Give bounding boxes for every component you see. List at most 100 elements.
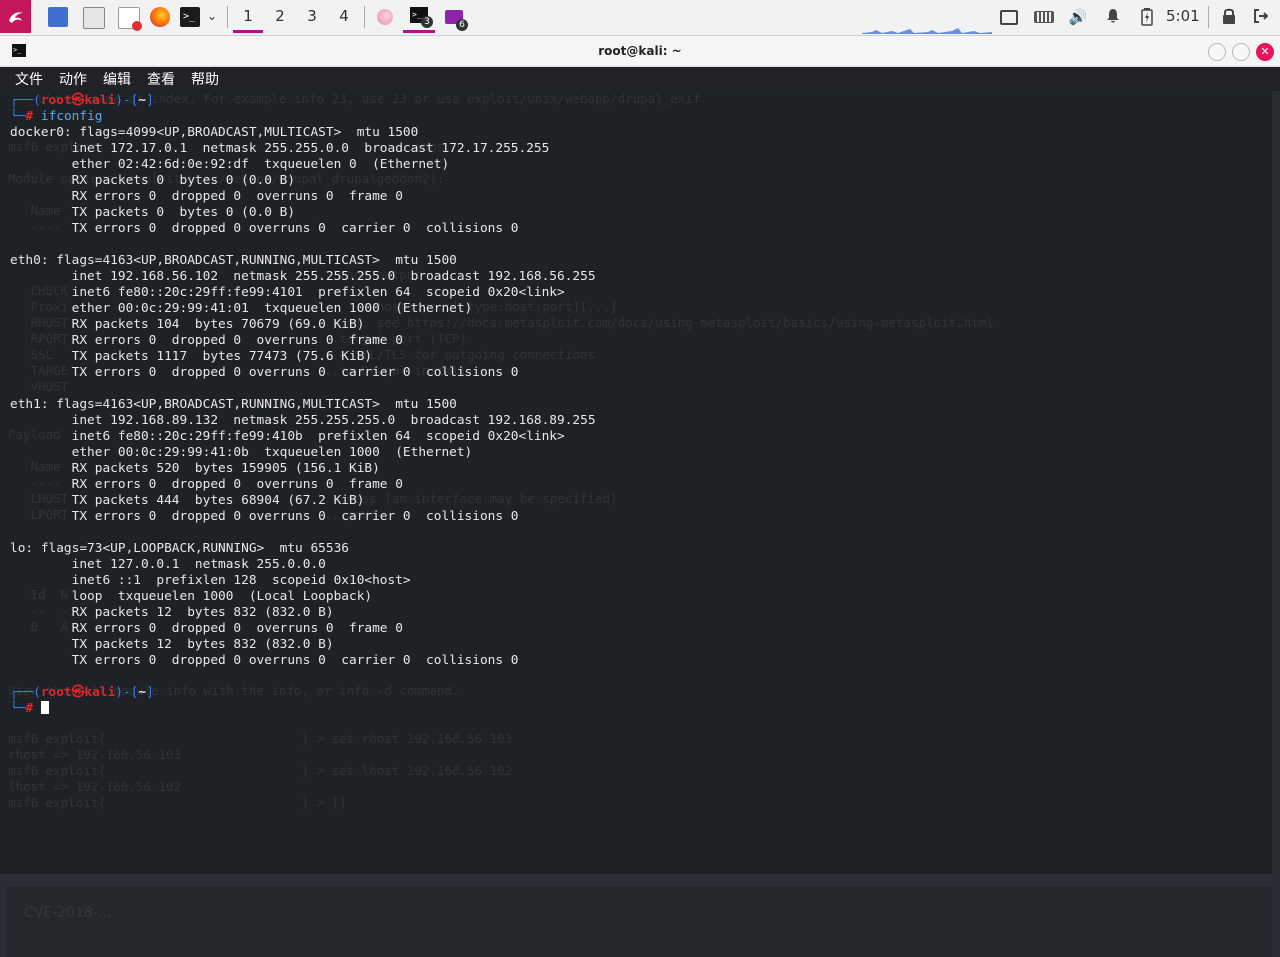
menu-bar: 文件 动作 编辑 查看 帮助 <box>0 67 1280 91</box>
text-cursor <box>40 701 49 714</box>
task-count-badge: 3 <box>421 16 433 28</box>
workspace-2[interactable]: 2 <box>265 0 295 33</box>
task-files[interactable]: 6 <box>438 0 470 33</box>
show-desktop-icon[interactable] <box>48 7 68 27</box>
terminal-output: ┌──(root㉿kali)-[~] └─# ifconfig docker0:… <box>10 93 596 717</box>
kali-menu-button[interactable] <box>0 0 31 33</box>
minimize-button[interactable] <box>1208 43 1226 61</box>
text-editor-icon[interactable] <box>118 7 142 31</box>
output-line: inet6 fe80::20c:29ff:fe99:410b prefixlen… <box>10 429 565 444</box>
task-terminal[interactable]: >_ 3 <box>403 0 435 33</box>
window-titlebar[interactable]: >_ root@kali: ~ ✕ <box>0 36 1280 67</box>
output-line: inet 192.168.56.102 netmask 255.255.255.… <box>10 269 596 284</box>
output-line: TX errors 0 dropped 0 overruns 0 carrier… <box>10 509 519 524</box>
lock-icon[interactable] <box>1219 8 1239 26</box>
prompt-hash: # <box>25 109 34 124</box>
ghost-line: rhost => 192.168.56.103 <box>8 747 182 762</box>
ghost-line <box>8 715 1268 731</box>
output-line: RX packets 104 bytes 70679 (69.0 KiB) <box>10 317 365 332</box>
prompt-user: root <box>40 93 72 108</box>
clock[interactable]: 5:01 <box>1166 0 1200 33</box>
output-line: TX errors 0 dropped 0 overruns 0 carrier… <box>10 221 519 236</box>
display-icon[interactable] <box>1000 8 1018 26</box>
output-line: inet6 ::1 prefixlen 128 scopeid 0x10<hos… <box>10 573 411 588</box>
ghost-line: msf6 exploit( ) > set lhost 192.168.56.1… <box>8 763 513 778</box>
prompt-dir: ~ <box>138 93 147 108</box>
output-line: inet 127.0.0.1 netmask 255.0.0.0 <box>10 557 326 572</box>
chevron-down-icon[interactable]: ⌄ <box>207 9 217 23</box>
notification-bell-icon[interactable] <box>1103 8 1123 26</box>
kali-dragon-icon <box>8 11 23 23</box>
close-button[interactable]: ✕ <box>1256 43 1274 61</box>
logout-icon[interactable] <box>1251 8 1271 26</box>
panel-separator <box>1208 6 1209 28</box>
background-ghost-label: CVE-2018-... <box>24 905 112 921</box>
keyboard-icon[interactable] <box>1034 8 1054 26</box>
workspace-1[interactable]: 1 <box>233 0 263 33</box>
command-text: ifconfig <box>40 109 103 124</box>
command-line: └─# ifconfig <box>10 109 103 124</box>
output-line: RX errors 0 dropped 0 overruns 0 frame 0 <box>10 189 403 204</box>
output-line: lo: flags=73<UP,LOOPBACK,RUNNING> mtu 65… <box>10 541 349 556</box>
output-line: TX packets 0 bytes 0 (0.0 B) <box>10 205 296 220</box>
output-line: TX packets 12 bytes 832 (832.0 B) <box>10 637 334 652</box>
workspace-4[interactable]: 4 <box>329 0 359 33</box>
output-line: ether 02:42:6d:0e:92:df txqueuelen 0 (Et… <box>10 157 450 172</box>
output-line: TX packets 444 bytes 68904 (67.2 KiB) <box>10 493 365 508</box>
task-count-badge: 6 <box>456 19 468 31</box>
top-panel: >_ ⌄ 1 2 3 4 >_ 3 6 🔊 5:01 <box>0 0 1280 36</box>
prompt-host: kali <box>84 93 116 108</box>
output-line: RX packets 0 bytes 0 (0.0 B) <box>10 173 296 188</box>
prompt-line: ┌──(root㉿kali)-[~] <box>10 93 154 108</box>
output-line: TX errors 0 dropped 0 overruns 0 carrier… <box>10 653 519 668</box>
output-line: RX errors 0 dropped 0 overruns 0 frame 0 <box>10 333 403 348</box>
output-line: TX errors 0 dropped 0 overruns 0 carrier… <box>10 365 519 380</box>
terminal-launcher-icon[interactable]: >_ <box>180 7 200 27</box>
file-manager-icon[interactable] <box>83 7 105 29</box>
output-line: docker0: flags=4099<UP,BROADCAST,MULTICA… <box>10 125 419 140</box>
output-line: inet 172.17.0.1 netmask 255.255.0.0 broa… <box>10 141 550 156</box>
input-line[interactable]: └─# <box>10 701 596 717</box>
ghost-line: msf6 exploit( ) > [] <box>8 795 347 810</box>
window-title: root@kali: ~ <box>598 44 682 58</box>
output-line: RX errors 0 dropped 0 overruns 0 frame 0 <box>10 477 403 492</box>
ghost-line: msf6 exploit( ) > set rhost 192.168.56.1… <box>8 731 513 746</box>
menu-help[interactable]: 帮助 <box>191 69 219 89</box>
prompt-host: kali <box>84 685 116 700</box>
prompt-dir: ~ <box>138 685 147 700</box>
task-firefox[interactable] <box>369 0 401 33</box>
menu-file[interactable]: 文件 <box>15 69 43 89</box>
output-line: inet6 fe80::20c:29ff:fe99:4101 prefixlen… <box>10 285 565 300</box>
menu-actions[interactable]: 动作 <box>59 69 87 89</box>
maximize-button[interactable] <box>1232 43 1250 61</box>
output-line: TX packets 1117 bytes 77473 (75.6 KiB) <box>10 349 373 364</box>
terminal-scrollbar[interactable] <box>1272 91 1280 874</box>
output-line: eth0: flags=4163<UP,BROADCAST,RUNNING,MU… <box>10 253 457 268</box>
panel-separator <box>364 6 365 28</box>
background-ghost-bar <box>6 887 1272 957</box>
output-line: RX packets 520 bytes 159905 (156.1 KiB) <box>10 461 380 476</box>
output-line: loop txqueuelen 1000 (Local Loopback) <box>10 589 373 604</box>
panel-separator <box>227 6 228 28</box>
cpu-graph-icon <box>862 28 992 34</box>
output-line: ether 00:0c:29:99:41:01 txqueuelen 1000 … <box>10 301 473 316</box>
ifconfig-output: docker0: flags=4099<UP,BROADCAST,MULTICA… <box>10 125 596 669</box>
output-line: RX errors 0 dropped 0 overruns 0 frame 0 <box>10 621 403 636</box>
firefox-task-icon <box>377 8 393 25</box>
prompt-line: ┌──(root㉿kali)-[~] <box>10 685 154 700</box>
output-line: ether 00:0c:29:99:41:0b txqueuelen 1000 … <box>10 445 473 460</box>
firefox-icon[interactable] <box>150 7 170 27</box>
prompt-hash: # <box>25 701 34 716</box>
battery-icon[interactable] <box>1138 8 1156 26</box>
volume-icon[interactable]: 🔊 <box>1068 8 1088 26</box>
menu-edit[interactable]: 编辑 <box>103 69 131 89</box>
output-line: RX packets 12 bytes 832 (832.0 B) <box>10 605 334 620</box>
output-line: inet 192.168.89.132 netmask 255.255.255.… <box>10 413 596 428</box>
menu-view[interactable]: 查看 <box>147 69 175 89</box>
prompt-user: root <box>40 685 72 700</box>
workspace-3[interactable]: 3 <box>297 0 327 33</box>
output-line: eth1: flags=4163<UP,BROADCAST,RUNNING,MU… <box>10 397 457 412</box>
